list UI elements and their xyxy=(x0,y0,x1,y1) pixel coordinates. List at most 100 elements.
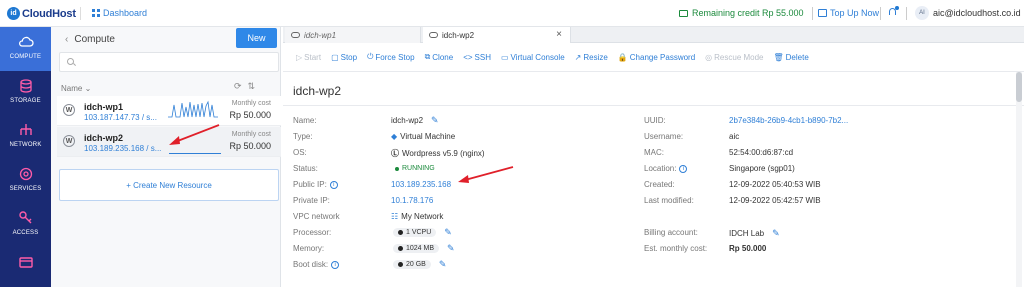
vm-icon: ◆ xyxy=(391,132,398,141)
divider xyxy=(880,7,881,20)
create-resource-button[interactable]: + Create New Resource xyxy=(59,169,279,201)
user-menu[interactable]: AI aic@idcloudhost.co.id xyxy=(915,6,1021,20)
action-label: Virtual Console xyxy=(510,52,565,62)
memory-label: Memory: xyxy=(293,244,325,253)
scrollbar[interactable] xyxy=(1016,72,1022,287)
network-icon: ☷ xyxy=(391,212,399,221)
location-value: Singapore (sgp01) xyxy=(729,164,795,173)
uuid-value[interactable]: 2b7e384b-26b9-4cb1-b890-7b2... xyxy=(729,116,848,125)
action-label: SSH xyxy=(474,52,491,62)
public-ip-label-text: Public IP: xyxy=(293,180,327,189)
change-password-button[interactable]: 🔒 Change Password xyxy=(618,53,695,62)
credit-label: Remaining credit Rp 55.000 xyxy=(692,8,804,18)
type-text: Virtual Machine xyxy=(400,132,456,141)
code-icon: <> xyxy=(463,52,473,62)
status-badge: RUNNING xyxy=(395,165,435,172)
stop-icon: ▢ xyxy=(331,52,339,62)
tab-bar: idch-wp1 idch-wp2 × xyxy=(283,27,1024,43)
status-label: Status: xyxy=(293,164,318,173)
force-stop-button[interactable]: ⏻ Force Stop xyxy=(367,52,414,62)
search-input[interactable] xyxy=(59,52,279,72)
nav-item-storage[interactable]: STORAGE xyxy=(0,71,51,115)
action-label: Start xyxy=(304,52,322,62)
nav-item-access[interactable]: ACCESS xyxy=(0,203,51,247)
divider xyxy=(283,105,1024,106)
action-label: Resize xyxy=(583,52,608,62)
pencil-icon[interactable]: ✎ xyxy=(431,115,439,126)
processor-chip: 1 VCPU xyxy=(393,228,437,237)
annotation-arrow xyxy=(169,124,220,145)
pencil-icon[interactable]: ✎ xyxy=(444,227,452,238)
resource-name: idch-wp1 xyxy=(84,102,124,112)
delete-button[interactable]: 🗑 Delete xyxy=(774,53,809,62)
status-text: RUNNING xyxy=(402,165,435,172)
ssh-button[interactable]: <> SSH xyxy=(463,53,491,62)
pencil-icon[interactable]: ✎ xyxy=(772,228,780,239)
top-up-button[interactable]: Top Up Now xyxy=(818,8,879,18)
modified-value: 12-09-2022 05:42:57 WIB xyxy=(729,196,821,205)
bell-icon[interactable] xyxy=(888,6,899,17)
action-label: Stop xyxy=(340,52,358,62)
close-icon[interactable]: × xyxy=(556,29,562,40)
private-ip-value[interactable]: 10.1.78.176 xyxy=(391,196,433,205)
vpc-value[interactable]: ☷ My Network xyxy=(391,212,443,221)
play-icon: ▷ xyxy=(296,52,303,62)
search-icon xyxy=(67,58,74,65)
info-icon[interactable]: i xyxy=(679,164,688,173)
uuid-label: UUID: xyxy=(644,116,666,125)
cost-label: Monthly cost xyxy=(231,131,271,138)
sort-name[interactable]: Name ⌄ xyxy=(61,84,91,93)
tab-idch-wp2[interactable]: idch-wp2 × xyxy=(423,27,571,43)
divider xyxy=(906,7,907,20)
stop-button[interactable]: ▢ Stop xyxy=(331,53,357,62)
action-label: Force Stop xyxy=(375,52,415,62)
avatar: AI xyxy=(915,6,929,20)
nav-label: COMPUTE xyxy=(9,54,42,60)
virtual-console-button[interactable]: ▭ Virtual Console xyxy=(501,53,565,62)
pencil-icon[interactable]: ✎ xyxy=(439,259,447,270)
nav-item-billing[interactable] xyxy=(0,247,51,291)
tab-idch-wp1[interactable]: idch-wp1 xyxy=(285,27,421,43)
filter-icon[interactable]: ⇅ xyxy=(248,81,262,91)
chevron-left-icon[interactable]: ‹ xyxy=(65,34,68,45)
start-button[interactable]: ▷ Start xyxy=(296,53,321,62)
processor-label: Processor: xyxy=(293,228,332,237)
location-label-text: Location: xyxy=(644,164,677,173)
pencil-icon[interactable]: ✎ xyxy=(447,243,455,254)
cost-label: Est. monthly cost: xyxy=(644,244,708,253)
resize-button[interactable]: ↗ Resize xyxy=(575,53,608,62)
os-value: Ⓛ Wordpress v5.9 (nginx) xyxy=(391,148,485,159)
nav-item-compute[interactable]: COMPUTE xyxy=(0,27,51,71)
dashboard-link[interactable]: Dashboard xyxy=(80,7,148,20)
clone-button[interactable]: ⧉ Clone xyxy=(425,52,454,62)
mac-value: 52:54:00:d6:87:cd xyxy=(729,148,794,157)
action-label: Delete xyxy=(785,52,809,62)
mac-label: MAC: xyxy=(644,148,664,157)
info-icon[interactable]: i xyxy=(329,180,338,189)
logo[interactable]: id CloudHost xyxy=(7,6,76,21)
chip-dot xyxy=(398,262,403,267)
info-icon[interactable]: i xyxy=(331,260,340,269)
nav-item-network[interactable]: NETWORK xyxy=(0,115,51,159)
tab-label: idch-wp1 xyxy=(304,30,337,40)
resize-icon: ↗ xyxy=(574,52,582,62)
rescue-mode-button[interactable]: ◎ Rescue Mode xyxy=(705,53,763,62)
vpc-text: My Network xyxy=(401,212,444,221)
list-tools: ⟳⇅ xyxy=(234,81,261,92)
scrollbar-thumb[interactable] xyxy=(1016,72,1022,102)
clone-icon: ⧉ xyxy=(424,52,431,61)
action-label: Clone xyxy=(432,52,454,62)
network-icon xyxy=(19,124,32,135)
nav-label: SERVICES xyxy=(9,186,42,192)
new-button[interactable]: New xyxy=(236,28,277,48)
dashboard-label: Dashboard xyxy=(103,8,148,18)
nav-item-services[interactable]: SERVICES xyxy=(0,159,51,203)
key-icon xyxy=(18,211,31,224)
refresh-icon[interactable]: ⟳ xyxy=(234,81,248,91)
action-toolbar: ▷ Start ▢ Stop ⏻ Force Stop ⧉ Clone <> SSH ▭ V… xyxy=(283,43,1024,72)
lifebuoy-icon: ◎ xyxy=(705,52,713,62)
os-text: Wordpress v5.9 (nginx) xyxy=(402,149,485,158)
user-email: aic@idcloudhost.co.id xyxy=(933,8,1021,18)
public-ip-value[interactable]: 103.189.235.168 xyxy=(391,180,451,189)
credit-display[interactable]: Remaining credit Rp 55.000 xyxy=(679,8,804,18)
